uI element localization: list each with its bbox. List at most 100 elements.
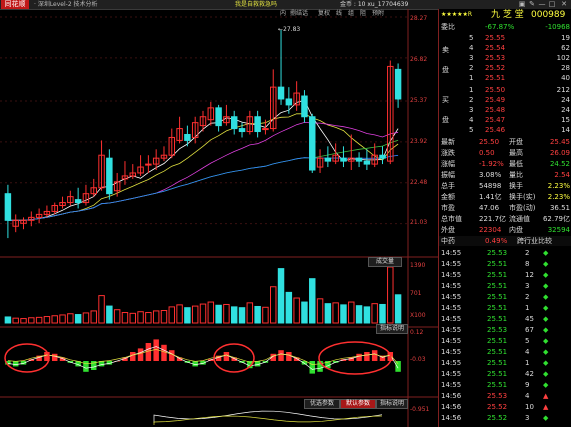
kline-chart[interactable] xyxy=(0,9,438,427)
stat-label: 量比 xyxy=(509,171,523,179)
volume-bar xyxy=(28,317,35,324)
volume-bar xyxy=(199,303,207,324)
skin-icon[interactable]: ▣ xyxy=(518,0,526,8)
tab-industry[interactable]: 中药 xyxy=(441,236,455,246)
tick-price: 25.51 xyxy=(487,260,508,268)
tick-volume: 9 xyxy=(525,381,530,389)
stat-row: 外盘 22304 内盘 32594 xyxy=(439,225,571,235)
volume-bar xyxy=(35,316,43,324)
stat-value: 62.79亿 xyxy=(542,215,570,223)
price-tick: 25.37 xyxy=(410,97,428,104)
macd-bar xyxy=(286,352,292,361)
price-tick: 28.27 xyxy=(410,15,428,22)
bid-level: 5 xyxy=(469,126,474,134)
volume-bar xyxy=(59,314,66,324)
volume-bar xyxy=(152,310,160,324)
tick-volume: 3 xyxy=(525,414,530,422)
rating-stars: ★★★★★R xyxy=(441,11,473,18)
ask-level: 5 xyxy=(469,34,474,42)
up-arrow-icon: ▲ xyxy=(543,392,549,400)
stat-label: 涨幅 xyxy=(441,160,455,168)
candle-body xyxy=(355,157,363,162)
ad-link[interactable]: 我是自救救急吗 xyxy=(235,0,277,9)
weibi-value: -67.87% xyxy=(485,23,515,31)
down-arrow-icon: ◆ xyxy=(543,249,549,257)
volume-bar xyxy=(160,310,168,324)
candle-body xyxy=(394,68,402,100)
macd-bar xyxy=(130,352,136,361)
ask-price: 25.55 xyxy=(485,34,506,42)
down-arrow-icon: ◆ xyxy=(543,337,549,345)
sub-indicator-line xyxy=(153,415,383,425)
macd-bar xyxy=(278,350,284,361)
volume-bar xyxy=(113,309,121,324)
volume-bar xyxy=(316,298,324,324)
macd-dif-line xyxy=(7,346,399,370)
sub-indicator-help-button[interactable]: 指标说明 xyxy=(376,399,408,409)
trade-tick-row: 14:55 25.51 1 ◆ xyxy=(439,303,571,313)
optimize-params-button[interactable]: 优选参数 xyxy=(304,399,340,409)
trade-tick-row: 14:55 25.53 2 ◆ xyxy=(439,248,571,258)
volume-bar xyxy=(262,306,269,324)
ask-volume: 19 xyxy=(561,34,570,42)
price-tick: 23.92 xyxy=(410,138,428,145)
maximize-icon[interactable]: □ xyxy=(548,0,556,8)
bid-price: 25.46 xyxy=(485,126,506,134)
candle-body xyxy=(324,157,332,162)
volume-axis: 1390 701 X100 xyxy=(408,258,438,319)
sub-tick: -0.951 xyxy=(410,406,430,413)
app-logo: 同花顺 xyxy=(1,0,29,9)
down-arrow-icon: ◆ xyxy=(543,315,549,323)
tick-price: 25.52 xyxy=(487,403,508,411)
tab-compare[interactable]: 跨行业比较 xyxy=(517,236,552,246)
trade-tick-row: 14:55 25.51 12 ◆ xyxy=(439,270,571,280)
volume-bar xyxy=(230,306,238,324)
macd-bar xyxy=(309,361,315,374)
tick-time: 14:55 xyxy=(441,348,462,356)
volume-bar xyxy=(145,312,152,324)
down-arrow-icon: ◆ xyxy=(543,359,549,367)
volume-bar xyxy=(74,314,82,324)
volume-bar xyxy=(285,291,293,324)
volume-bar xyxy=(215,304,222,324)
bid-side-label: 买 xyxy=(442,96,449,104)
tick-volume: 5 xyxy=(525,337,530,345)
volume-bar xyxy=(379,303,386,324)
volume-bar xyxy=(254,305,261,324)
account-info[interactable]: 金币 : 10 xu_17704639 xyxy=(340,0,408,9)
edit-icon[interactable]: ✎ xyxy=(528,0,536,8)
bid-volume: 212 xyxy=(556,86,570,94)
price-tick: 26.82 xyxy=(410,56,428,63)
trade-tick-row: 14:56 25.53 4 ▲ xyxy=(439,391,571,401)
stat-value: 32594 xyxy=(547,226,570,234)
tick-price: 25.53 xyxy=(487,249,508,257)
volume-bar xyxy=(12,317,19,324)
volume-bar xyxy=(363,306,371,324)
volume-bar xyxy=(223,303,230,324)
stat-label: 涨跌 xyxy=(441,149,455,157)
tick-price: 25.51 xyxy=(487,315,508,323)
tick-volume: 4 xyxy=(525,392,530,400)
indicator-help-button[interactable]: 指标说明 xyxy=(376,324,408,334)
default-params-button[interactable]: 默认参数 xyxy=(340,399,376,409)
tick-volume: 67 xyxy=(525,326,534,334)
close-icon[interactable]: ✕ xyxy=(560,0,568,8)
tick-volume: 2 xyxy=(525,293,530,301)
quote-panel: ★★★★★R 九 芝 堂 000989 委比 -67.87% -10968 52… xyxy=(438,9,571,427)
stat-label: 流通值 xyxy=(509,215,530,223)
macd-bar xyxy=(51,353,58,361)
candle-body xyxy=(184,133,191,141)
volume-indicator-button[interactable]: 成交量 xyxy=(368,257,402,267)
macd-bar xyxy=(371,350,378,361)
tick-time: 14:55 xyxy=(441,293,462,301)
stat-value: 26.09 xyxy=(549,149,570,157)
bid-volume: 14 xyxy=(561,126,570,134)
minimize-icon[interactable]: — xyxy=(538,0,546,8)
trade-tick-row: 14:55 25.51 9 ◆ xyxy=(439,380,571,390)
volume-bar xyxy=(277,268,285,324)
tick-time: 14:56 xyxy=(441,392,462,400)
macd-tick: -0.03 xyxy=(410,356,426,363)
weibi-row: 委比 -67.87% -10968 xyxy=(439,22,571,32)
volume-bar xyxy=(332,302,339,324)
candle-body xyxy=(106,157,113,195)
